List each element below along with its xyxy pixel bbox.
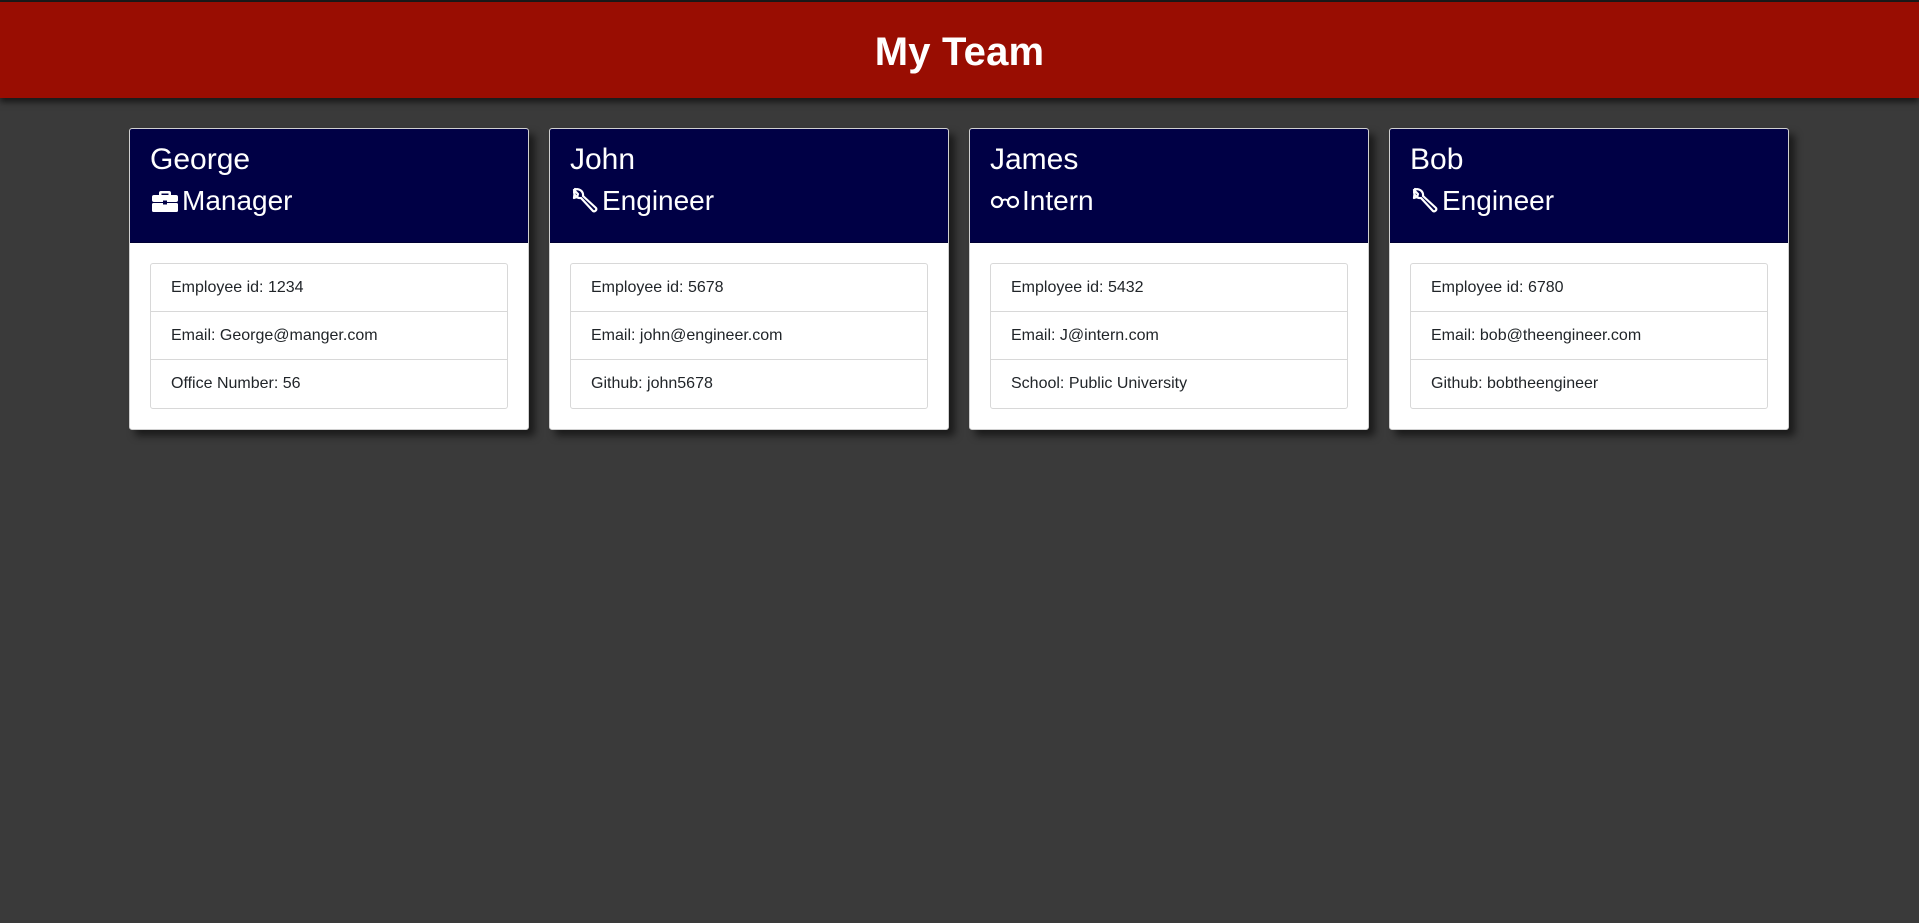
wrench-icon — [570, 186, 600, 216]
card-body: Employee id: 1234 Email: George@manger.c… — [130, 243, 528, 429]
employee-email: Email: john@engineer.com — [571, 312, 927, 360]
card-header: John Engineer — [550, 129, 948, 243]
card-body: Employee id: 5432 Email: J@intern.com Sc… — [970, 243, 1368, 429]
role-label: Engineer — [602, 185, 715, 216]
card-body: Employee id: 6780 Email: bob@theengineer… — [1390, 243, 1788, 429]
employee-details-list: Employee id: 5432 Email: J@intern.com Sc… — [990, 263, 1348, 409]
employee-details-list: Employee id: 6780 Email: bob@theengineer… — [1410, 263, 1768, 409]
glasses-icon — [990, 186, 1020, 216]
employee-role: Engineer — [570, 185, 928, 217]
role-label: Intern — [1022, 185, 1094, 216]
employee-name: Bob — [1410, 143, 1464, 176]
wrench-icon — [1410, 186, 1440, 216]
employee-email: Email: J@intern.com — [991, 312, 1347, 360]
employee-card: Bob Engineer Employee id: 6780 Email: bo… — [1389, 128, 1789, 430]
employee-school: School: Public University — [1011, 375, 1188, 392]
employee-name: James — [990, 143, 1079, 176]
employee-role: Intern — [990, 185, 1348, 217]
employee-card: James Intern Employee id: 5432 Email: J@… — [969, 128, 1369, 430]
employee-id: Employee id: 1234 — [151, 264, 507, 312]
role-label: Manager — [182, 185, 293, 216]
page-header: My Team — [0, 2, 1919, 98]
employee-github: Github: bobtheengineer — [1431, 375, 1599, 392]
employee-details-list: Employee id: 1234 Email: George@manger.c… — [150, 263, 508, 409]
employee-name: John — [570, 143, 636, 176]
employee-id: Employee id: 5678 — [571, 264, 927, 312]
employee-name: George — [150, 143, 251, 176]
employee-github: Github: john5678 — [591, 375, 713, 392]
page-title: My Team — [874, 29, 1045, 74]
team-cards: George Manager Employee id: 1234 Email: … — [129, 128, 1789, 430]
role-label: Engineer — [1442, 185, 1555, 216]
card-header: Bob Engineer — [1390, 129, 1788, 243]
card-body: Employee id: 5678 Email: john@engineer.c… — [550, 243, 948, 429]
employee-role: Manager — [150, 185, 508, 217]
card-header: George Manager — [130, 129, 528, 243]
card-header: James Intern — [970, 129, 1368, 243]
employee-id: Employee id: 6780 — [1411, 264, 1767, 312]
employee-details-list: Employee id: 5678 Email: john@engineer.c… — [570, 263, 928, 409]
employee-id: Employee id: 5432 — [991, 264, 1347, 312]
employee-office-number: Office Number: 56 — [171, 375, 301, 392]
employee-card: George Manager Employee id: 1234 Email: … — [129, 128, 529, 430]
employee-role: Engineer — [1410, 185, 1768, 217]
briefcase-icon — [150, 186, 180, 216]
employee-card: John Engineer Employee id: 5678 Email: j… — [549, 128, 949, 430]
employee-email: Email: bob@theengineer.com — [1411, 312, 1767, 360]
employee-email: Email: George@manger.com — [151, 312, 507, 360]
